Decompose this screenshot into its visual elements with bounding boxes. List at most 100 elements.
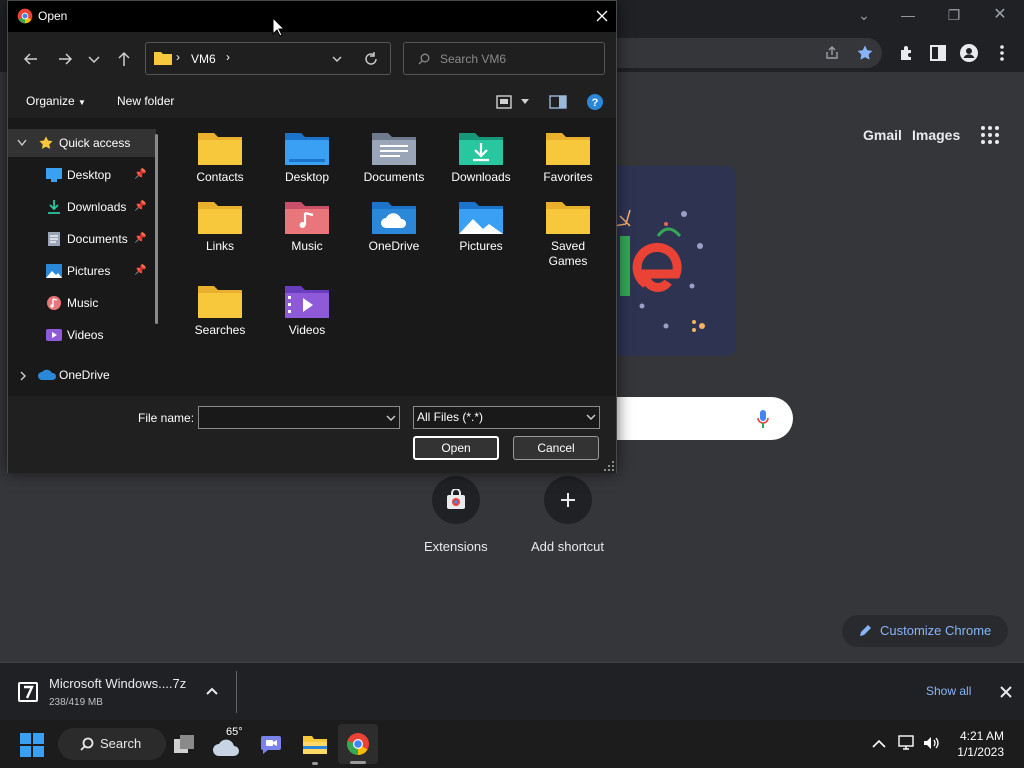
back-arrow-icon[interactable] — [20, 48, 42, 70]
dialog-close-icon[interactable] — [596, 10, 608, 22]
chrome-taskbar-button[interactable] — [338, 724, 378, 764]
refresh-icon[interactable] — [364, 52, 378, 66]
weather-widget[interactable]: 65° — [212, 726, 248, 762]
dialog-search-box[interactable] — [403, 42, 605, 75]
cancel-button[interactable]: Cancel — [513, 436, 599, 460]
share-icon[interactable] — [824, 45, 840, 61]
side-panel-icon[interactable] — [927, 42, 949, 64]
folder-desktop[interactable]: Desktop — [265, 122, 349, 196]
folder-contacts-label: Contacts — [196, 170, 244, 184]
pin-icon[interactable]: 📌 — [134, 225, 146, 253]
chevron-up-icon[interactable] — [206, 687, 218, 695]
address-bar[interactable] — [616, 38, 882, 68]
folder-videos[interactable]: Videos — [265, 275, 349, 349]
voice-search-mic-icon[interactable] — [756, 409, 770, 429]
nav-onedrive[interactable]: OneDrive — [8, 361, 156, 389]
up-arrow-icon[interactable] — [113, 48, 135, 70]
recent-locations-chevron-icon[interactable] — [86, 48, 102, 70]
close-download-shelf-icon[interactable] — [1000, 686, 1012, 698]
pencil-icon — [860, 625, 871, 636]
folder-onedrive[interactable]: OneDrive — [352, 191, 436, 265]
folder-music[interactable]: Music — [265, 191, 349, 265]
organize-chevron-icon: ▼ — [78, 98, 86, 107]
teams-chat-icon[interactable] — [259, 732, 283, 756]
file-name-input[interactable] — [202, 410, 377, 425]
folder-searches-label: Searches — [194, 323, 246, 337]
desktop-folder-icon — [285, 133, 329, 165]
file-type-filter-select[interactable]: All Files (*.*) — [413, 406, 600, 429]
view-options-chevron-icon[interactable] — [520, 98, 530, 105]
view-options-icon[interactable] — [496, 95, 512, 109]
folder-pictures[interactable]: Pictures — [439, 191, 523, 265]
nav-item-videos[interactable]: Videos — [8, 321, 156, 349]
chrome-menu-icon[interactable] — [992, 42, 1012, 64]
navigation-pane-scrollbar[interactable] — [155, 134, 158, 324]
download-progress-size: 238/419 MB — [49, 697, 103, 708]
nav-item-desktop[interactable]: Desktop 📌 — [8, 161, 156, 189]
forward-arrow-icon[interactable] — [54, 48, 76, 70]
mouse-cursor-icon — [272, 17, 285, 37]
pin-icon[interactable]: 📌 — [134, 193, 146, 221]
images-link[interactable]: Images — [912, 127, 960, 143]
nav-quick-access[interactable]: Quick access — [8, 129, 156, 157]
breadcrumb-chevron-icon[interactable]: › — [226, 50, 230, 64]
google-apps-icon[interactable] — [980, 125, 1000, 145]
network-icon[interactable] — [898, 735, 916, 751]
file-name-chevron-down-icon[interactable] — [386, 415, 396, 422]
pin-icon[interactable]: 📌 — [134, 161, 146, 189]
nav-item-pictures[interactable]: Pictures 📌 — [8, 257, 156, 285]
show-all-downloads-link[interactable]: Show all — [926, 684, 971, 698]
folder-links[interactable]: Links — [178, 191, 262, 265]
folder-documents[interactable]: Documents — [352, 122, 436, 196]
dialog-search-input[interactable] — [440, 50, 590, 68]
chrome-running-indicator — [350, 761, 366, 764]
google-search-box[interactable] — [606, 397, 793, 440]
pin-icon[interactable]: 📌 — [134, 257, 146, 285]
windows-start-icon[interactable] — [20, 733, 44, 757]
nav-item-documents[interactable]: Documents 📌 — [8, 225, 156, 253]
folder-favorites[interactable]: Favorites — [526, 122, 610, 196]
nav-item-music[interactable]: Music — [8, 289, 156, 317]
taskbar-clock[interactable]: 4:21 AM 1/1/2023 — [957, 728, 1004, 760]
breadcrumb-vm6[interactable]: VM6 — [191, 52, 216, 66]
open-button[interactable]: Open — [413, 436, 499, 460]
add-shortcut-button[interactable] — [544, 476, 592, 524]
expand-chevron-right-icon[interactable] — [19, 371, 27, 381]
address-history-chevron-icon[interactable] — [332, 55, 342, 63]
folder-contacts[interactable]: Contacts — [178, 122, 262, 196]
profile-icon[interactable] — [958, 42, 980, 64]
show-hidden-icons-chevron-icon[interactable] — [872, 738, 886, 748]
chrome-icon — [347, 733, 369, 755]
folder-saved-games[interactable]: Saved Games — [526, 191, 610, 268]
new-folder-button[interactable]: New folder — [117, 94, 174, 108]
google-doodle[interactable] — [606, 166, 736, 356]
pictures-icon — [46, 264, 62, 278]
customize-chrome-button[interactable]: Customize Chrome — [842, 615, 1008, 647]
file-name-combobox[interactable] — [198, 406, 400, 429]
7zip-archive-icon[interactable] — [17, 681, 39, 703]
folder-searches[interactable]: Searches — [178, 275, 262, 349]
minimize-button[interactable]: — — [894, 4, 922, 26]
preview-pane-icon[interactable] — [549, 95, 567, 109]
folder-downloads[interactable]: Downloads — [439, 122, 523, 196]
tab-search-chevron-icon[interactable]: ⌄ — [850, 4, 878, 26]
volume-icon[interactable] — [922, 735, 940, 751]
address-breadcrumb-bar[interactable]: › VM6 › — [145, 42, 391, 75]
taskbar-search-button[interactable]: Search — [58, 728, 166, 760]
extensions-icon[interactable] — [896, 42, 918, 64]
videos-icon — [46, 329, 62, 341]
expand-chevron-down-icon[interactable] — [17, 139, 27, 147]
resize-grip-icon[interactable] — [604, 461, 614, 471]
extensions-shortcut[interactable] — [432, 476, 480, 524]
window-close-button[interactable]: ✕ — [986, 4, 1014, 26]
task-view-icon[interactable] — [172, 733, 196, 755]
bookmark-star-icon[interactable] — [856, 44, 874, 62]
download-file-name[interactable]: Microsoft Windows....7z — [49, 676, 186, 691]
file-explorer-taskbar-icon[interactable] — [302, 732, 328, 756]
dialog-titlebar[interactable]: Open — [8, 1, 616, 32]
nav-item-downloads[interactable]: Downloads 📌 — [8, 193, 156, 221]
restore-button[interactable]: ❐ — [940, 4, 968, 26]
gmail-link[interactable]: Gmail — [863, 127, 902, 143]
help-icon[interactable]: ? — [586, 93, 604, 111]
organize-menu-button[interactable]: Organize ▼ — [26, 94, 86, 108]
